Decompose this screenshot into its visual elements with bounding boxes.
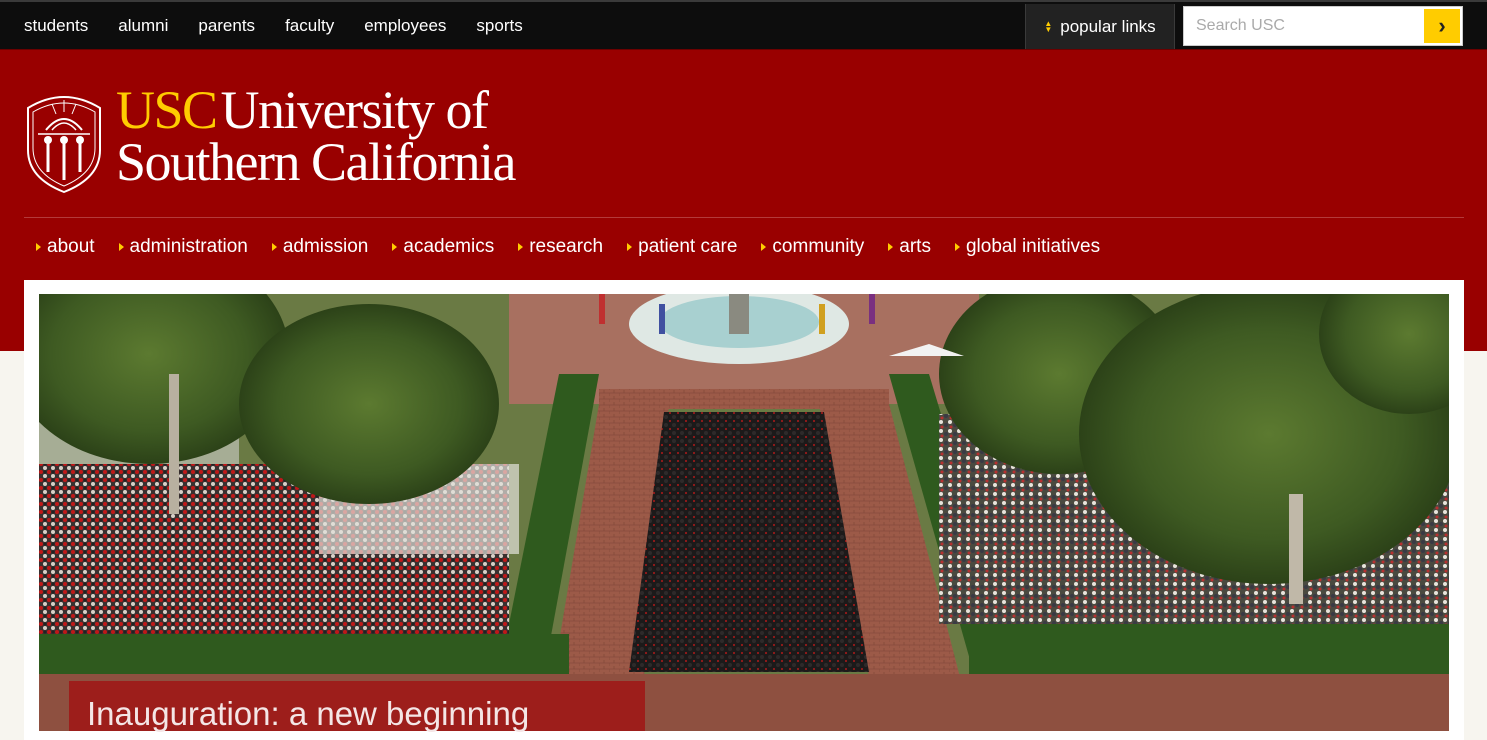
audience-link-parents[interactable]: parents [198, 16, 255, 36]
audience-link-sports[interactable]: sports [476, 16, 522, 36]
caret-right-icon [888, 243, 894, 251]
audience-link-students[interactable]: students [24, 16, 88, 36]
main-nav: about administration admission academics… [36, 236, 1124, 258]
nav-item-label: admission [282, 236, 369, 257]
nav-item-research[interactable]: research [518, 236, 603, 258]
caret-right-icon [761, 243, 767, 251]
nav-item-label: about [47, 236, 95, 257]
logo-acronym: USC [116, 80, 218, 140]
nav-item-label: research [529, 236, 604, 257]
nav-item-label: arts [899, 236, 931, 257]
nav-item-global-initiatives[interactable]: global initiatives [954, 236, 1101, 258]
caret-right-icon [36, 243, 41, 251]
caret-right-icon [518, 243, 524, 251]
logo-name-line2: Southern California [116, 132, 516, 192]
caret-right-icon [627, 243, 633, 251]
caret-right-icon [118, 243, 124, 251]
hero-caption[interactable]: Inauguration: a new beginning [69, 681, 645, 732]
nav-item-label: administration [129, 236, 248, 257]
audience-link-faculty[interactable]: faculty [285, 16, 334, 36]
nav-item-label: global initiatives [965, 236, 1101, 257]
nav-item-patient-care[interactable]: patient care [627, 236, 737, 258]
nav-item-about[interactable]: about [36, 236, 95, 258]
logo-name-line1: University of [220, 80, 489, 140]
nav-item-admission[interactable]: admission [271, 236, 369, 258]
popular-links-dropdown[interactable]: ▲ ▼ popular links [1025, 4, 1175, 49]
audience-nav: students alumni parents faculty employee… [24, 2, 553, 50]
usc-wordmark: USCUniversity of Southern California [116, 83, 516, 192]
hero-image[interactable] [39, 294, 1449, 731]
nav-item-administration[interactable]: administration [118, 236, 248, 258]
nav-item-label: academics [403, 236, 495, 257]
utility-bar: students alumni parents faculty employee… [0, 0, 1487, 50]
chevron-right-icon: › [1438, 13, 1446, 38]
search-input[interactable] [1184, 7, 1424, 45]
audience-link-alumni[interactable]: alumni [118, 16, 168, 36]
nav-item-label: patient care [638, 236, 738, 257]
search-box: › [1183, 6, 1463, 46]
usc-seal-icon [27, 96, 101, 194]
ceremony-photo [39, 294, 1449, 731]
popular-links-label: popular links [1060, 16, 1156, 36]
caret-right-icon [271, 243, 277, 251]
caret-right-icon [392, 243, 398, 251]
sort-arrows-icon: ▲ ▼ [1044, 18, 1053, 34]
nav-item-label: community [772, 236, 865, 257]
audience-link-employees[interactable]: employees [364, 16, 446, 36]
nav-item-academics[interactable]: academics [392, 236, 494, 258]
usc-logo[interactable]: USCUniversity of Southern California [24, 83, 516, 196]
nav-item-community[interactable]: community [761, 236, 864, 258]
caret-right-icon [954, 243, 960, 251]
header-divider [24, 217, 1464, 218]
search-submit-button[interactable]: › [1424, 9, 1460, 43]
hero-caption-text: Inauguration: a new beginning [87, 695, 530, 732]
nav-item-arts[interactable]: arts [888, 236, 931, 258]
